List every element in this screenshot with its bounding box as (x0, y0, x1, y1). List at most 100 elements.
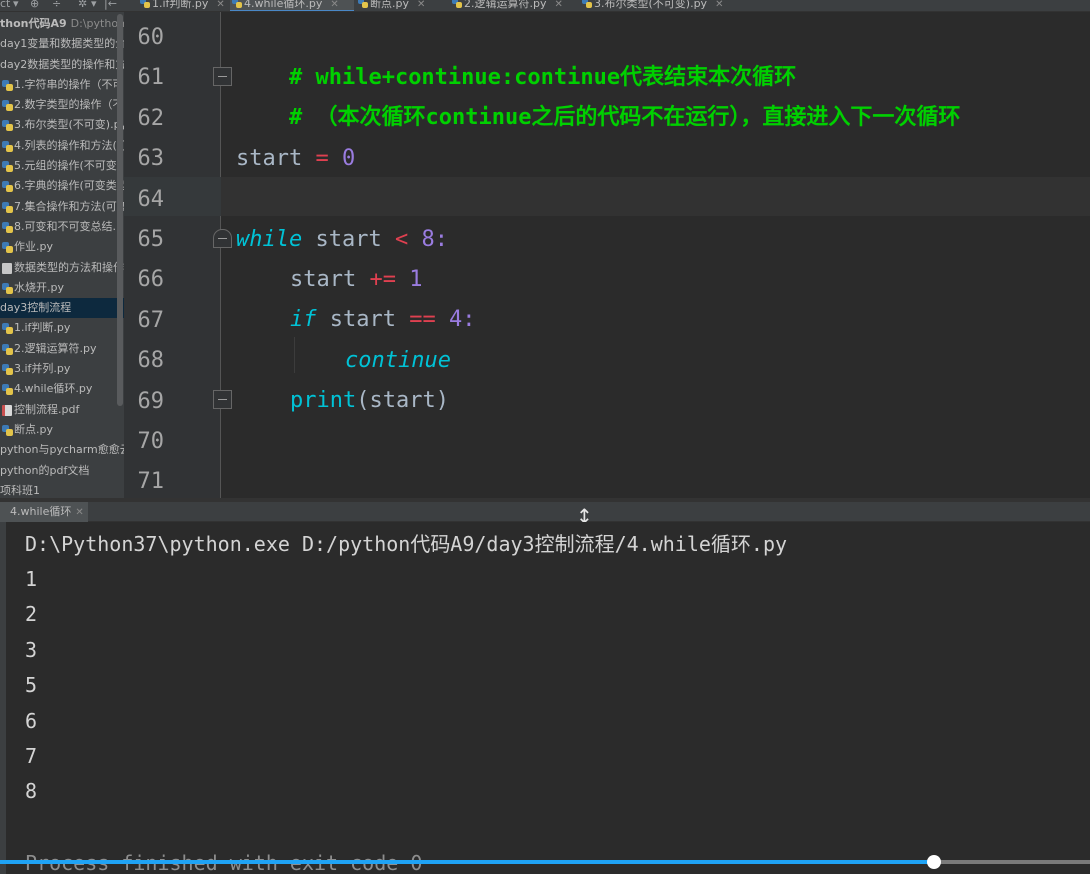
line-number: 69 (137, 388, 165, 414)
call-arguments: (start) (356, 388, 449, 413)
editor-tab-label: 3.布尔类型(不可变).py (594, 0, 708, 10)
code-line-67: if start == 4: (290, 300, 475, 340)
python-file-icon (2, 221, 13, 233)
tree-item[interactable]: 8.可变和不可变总结.p (0, 217, 124, 237)
run-console[interactable]: D:\Python37\python.exe D:/python代码A9/day… (0, 522, 1090, 874)
tree-item[interactable]: python与pycharm愈愈云 (0, 440, 124, 460)
number-literal: 8: (408, 227, 448, 252)
editor-tab[interactable]: 断点.py ✕ (356, 0, 448, 11)
locate-icon[interactable]: ⊕ (30, 0, 39, 10)
close-icon[interactable]: ✕ (715, 0, 723, 10)
tree-item[interactable]: 项科班1 (0, 481, 124, 498)
tree-item[interactable]: 3.布尔类型(不可变).py (0, 115, 124, 135)
tree-item[interactable]: 控制流程.pdf (0, 400, 124, 420)
tree-item[interactable]: 7.集合操作和方法(可变 (0, 197, 124, 217)
editor-tab[interactable]: 4.while循环.py ✕ (230, 0, 354, 11)
line-number: 67 (137, 307, 165, 333)
tree-item[interactable]: 4.while循环.py (0, 379, 124, 399)
tree-item[interactable]: day2数据类型的操作和方 (0, 55, 124, 75)
fold-marker-icon[interactable] (213, 67, 232, 86)
python-file-icon (2, 79, 13, 91)
collapse-icon[interactable]: ÷ (52, 0, 61, 10)
gear-icon[interactable]: ✲ (78, 0, 87, 10)
tree-item[interactable]: python的pdf文档 (0, 461, 124, 481)
code-line-63: start = 0 (236, 139, 355, 179)
python-file-icon (2, 282, 13, 294)
tree-item-label: 5.元组的操作(不可变) (14, 159, 122, 173)
tree-item[interactable]: 2.逻辑运算符.py (0, 339, 124, 359)
identifier: start (236, 146, 303, 171)
editor-tab[interactable]: 3.布尔类型(不可变).py ✕ (580, 0, 730, 11)
python-file-icon (2, 364, 13, 376)
fold-marker-icon[interactable] (213, 229, 232, 248)
video-progress-fill (0, 860, 935, 864)
tree-item-label: 数据类型的方法和操作 (14, 260, 124, 274)
project-sidebar: ct ▾ ⊕ ÷ ✲ ▾ |← thon代码A9 D:\pythom day1变量和… (0, 0, 124, 498)
code-editor[interactable]: 60 61 62 63 64 65 66 67 68 69 70 71 # while+continu… (124, 12, 1090, 498)
python-file-icon (358, 0, 368, 8)
comment: # （本次循环continue之后的代码不在运行），直接进入下一次循环 (288, 105, 961, 130)
hide-panel-icon[interactable]: |← (104, 0, 117, 10)
tree-item-label: 4.列表的操作和方法(可 (14, 138, 124, 152)
video-progress-bar[interactable] (0, 855, 1090, 869)
editor-tab[interactable]: 1.if判断.py ✕ (138, 0, 228, 11)
operator: += (369, 267, 396, 292)
tree-item-label: day2数据类型的操作和方 (0, 57, 124, 71)
line-number: 70 (137, 429, 165, 454)
close-icon[interactable]: ✕ (75, 507, 83, 518)
line-number: 66 (137, 267, 165, 293)
tree-item-label: python的pdf文档 (0, 463, 90, 477)
editor-tabs: 1.if判断.py ✕ 4.while循环.py ✕ 断点.py ✕ 2.逻辑运算符.py ✕… (124, 0, 1090, 12)
tree-item[interactable]: day3控制流程 (0, 298, 124, 319)
tree-item-label: 4.while循环.py (14, 382, 93, 396)
tree-item[interactable]: 断点.py (0, 420, 124, 440)
python-file-icon (2, 181, 13, 193)
tree-item[interactable]: 4.列表的操作和方法(可 (0, 136, 124, 156)
project-view-selector[interactable]: ct (0, 0, 10, 10)
tree-item[interactable]: 3.if并列.py (0, 359, 124, 379)
pdf-file-icon (2, 404, 12, 416)
code-line-66: start += 1 (290, 260, 422, 300)
tree-item-label: 7.集合操作和方法(可变 (14, 199, 124, 213)
tree-item[interactable]: 1.if判断.py (0, 318, 124, 338)
tree-item-label: 2.数字类型的操作（不 (14, 98, 124, 112)
close-icon[interactable]: ✕ (216, 0, 224, 10)
tree-item[interactable]: thon代码A9 D:\pythom (0, 14, 124, 34)
close-icon[interactable]: ✕ (554, 0, 562, 10)
identifier: start (316, 307, 410, 332)
console-output-line: 1 (25, 567, 38, 591)
tree-item[interactable]: 数据类型的方法和操作 (0, 258, 124, 278)
python-file-icon (2, 323, 13, 335)
tree-item[interactable]: 作业.py (0, 237, 124, 257)
tree-item[interactable]: day1变量和数据类型的介 (0, 34, 124, 54)
line-number: 60 (137, 25, 165, 50)
line-number: 65 (137, 227, 165, 252)
line-number: 71 (137, 469, 165, 495)
sidebar-scrollbar[interactable] (117, 14, 123, 406)
fold-marker-icon[interactable] (213, 390, 232, 409)
tree-item-label: thon代码A9 (0, 17, 67, 30)
indent-guide (294, 337, 295, 373)
tree-item[interactable]: 2.数字类型的操作（不 (0, 95, 124, 115)
operator: = (302, 146, 342, 171)
chevron-down-icon[interactable]: ▾ (13, 0, 19, 10)
tree-item[interactable]: 1.字符串的操作（不可 (0, 75, 124, 95)
code-line-65: while start < 8: (236, 220, 448, 260)
run-tab[interactable]: 4.while循环 ✕ (0, 502, 88, 522)
tree-item[interactable]: 5.元组的操作(不可变) (0, 156, 124, 176)
tree-item[interactable]: 6.字典的操作(可变类型 (0, 176, 124, 196)
python-file-icon (2, 120, 13, 132)
python-file-icon (2, 100, 13, 112)
console-output-line: 3 (25, 637, 38, 662)
python-file-icon (2, 242, 13, 254)
close-icon[interactable]: ✕ (330, 0, 338, 10)
tree-item-label: 项科班1 (0, 483, 40, 497)
console-output-line: 8 (25, 779, 38, 804)
editor-tab[interactable]: 2.逻辑运算符.py ✕ (450, 0, 578, 11)
python-file-icon (452, 0, 462, 8)
tree-item[interactable]: 水烧开.py (0, 278, 124, 298)
chevron-down-icon[interactable]: ▾ (91, 0, 97, 10)
run-tabbar: 4.while循环 ✕ (0, 502, 1090, 522)
close-icon[interactable]: ✕ (417, 0, 425, 10)
line-number: 61 (137, 65, 165, 91)
